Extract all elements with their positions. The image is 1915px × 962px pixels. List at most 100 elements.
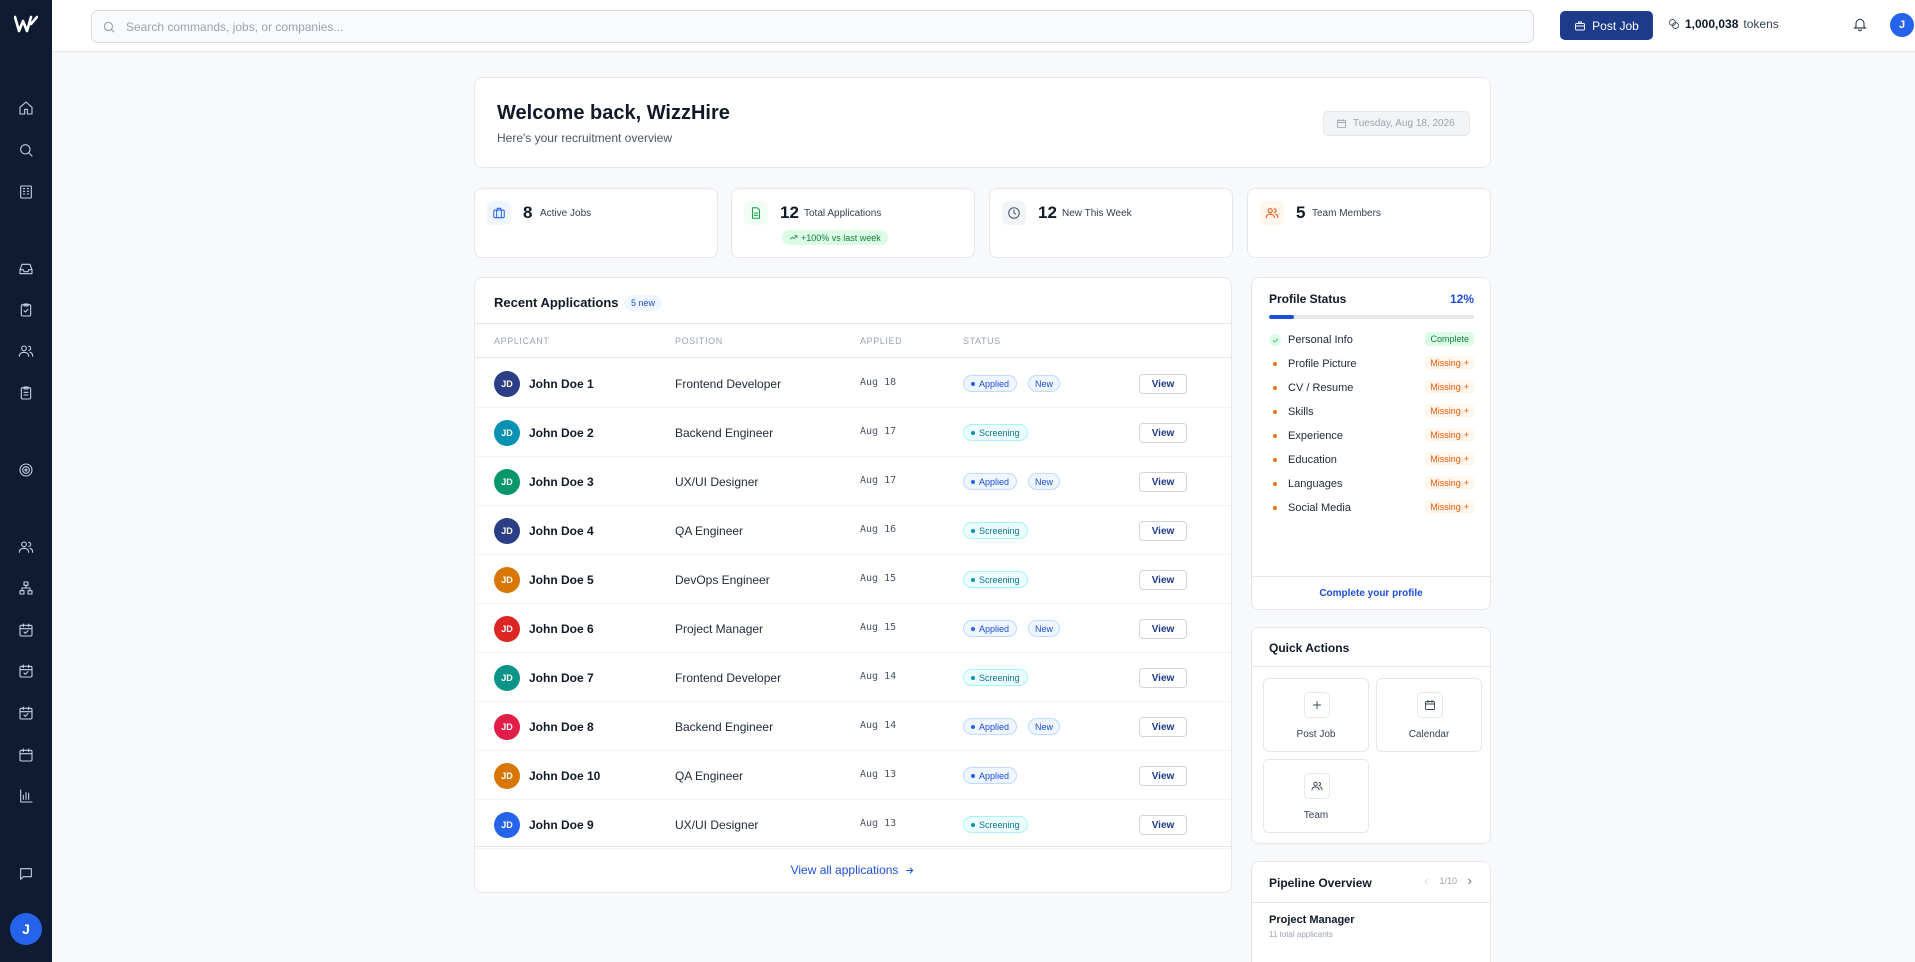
- applicant-name[interactable]: John Doe 1: [529, 377, 594, 391]
- view-button[interactable]: View: [1139, 423, 1187, 443]
- view-button[interactable]: View: [1139, 815, 1187, 835]
- stat-new-this-week[interactable]: 12 New This Week: [989, 188, 1233, 258]
- stat-value: 5: [1296, 203, 1306, 222]
- table-row[interactable]: JD John Doe 1 Frontend Developer Aug 18 Appl…: [475, 359, 1231, 408]
- table-row[interactable]: JD John Doe 3 UX/UI Designer Aug 17 Applied N…: [475, 457, 1231, 506]
- calendar-check-icon[interactable]: [16, 703, 36, 723]
- post-job-button[interactable]: Post Job: [1560, 11, 1653, 40]
- inbox-icon[interactable]: [16, 259, 36, 279]
- profile-item-status[interactable]: Missing +: [1425, 404, 1474, 418]
- stat-total-applications[interactable]: 12 Total Applications +100% vs last week: [731, 188, 975, 258]
- applicant-name[interactable]: John Doe 8: [529, 720, 594, 734]
- table-row[interactable]: JD John Doe 2 Backend Engineer Aug 17 Screen…: [475, 408, 1231, 457]
- status-dot: [971, 675, 975, 680]
- table-row[interactable]: JD John Doe 8 Backend Engineer Aug 14 Applie…: [475, 702, 1231, 751]
- applicant-name[interactable]: John Doe 5: [529, 573, 594, 587]
- position-cell: Frontend Developer: [675, 377, 782, 391]
- chevron-right-icon[interactable]: [1465, 877, 1474, 886]
- stat-active-jobs[interactable]: 8 Active Jobs: [474, 188, 718, 258]
- applicant-name[interactable]: John Doe 9: [529, 818, 594, 832]
- section-title: Quick Actions: [1269, 641, 1350, 655]
- clipboard-check-icon[interactable]: [16, 300, 36, 320]
- view-all-applications-link[interactable]: View all applications: [475, 846, 1231, 893]
- view-button[interactable]: View: [1139, 521, 1187, 541]
- view-button[interactable]: View: [1139, 374, 1187, 394]
- calendar-check-icon[interactable]: [16, 620, 36, 640]
- notifications-button[interactable]: [1852, 16, 1868, 37]
- profile-item-status[interactable]: Missing +: [1425, 428, 1474, 442]
- complete-profile-link[interactable]: Complete your profile: [1252, 576, 1490, 610]
- calendar-check-icon[interactable]: [16, 661, 36, 681]
- quick-action-team[interactable]: Team: [1263, 759, 1369, 833]
- applicant-name[interactable]: John Doe 4: [529, 524, 594, 538]
- profile-item-status[interactable]: Missing +: [1425, 356, 1474, 370]
- profile-item-status[interactable]: Missing +: [1425, 380, 1474, 394]
- divider: [1252, 666, 1490, 667]
- status-dot: [971, 577, 975, 582]
- view-button[interactable]: View: [1139, 570, 1187, 590]
- message-icon[interactable]: [16, 864, 36, 884]
- column-status: STATUS: [963, 336, 1001, 346]
- recent-applications: Recent Applications 5 new APPLICANT POSI…: [474, 277, 1232, 893]
- pipeline-job-title[interactable]: Project Manager: [1269, 914, 1355, 926]
- date-display: Tuesday, Aug 18, 2026: [1323, 111, 1470, 136]
- section-title: Profile Status: [1269, 292, 1347, 306]
- table-row[interactable]: JD John Doe 4 QA Engineer Aug 16 Screening Vi…: [475, 506, 1231, 555]
- wizzhire-logo[interactable]: [14, 14, 38, 34]
- search-input[interactable]: [126, 19, 1506, 34]
- applicant-name[interactable]: John Doe 6: [529, 622, 594, 636]
- new-count-badge: 5 new: [624, 295, 663, 311]
- users-icon[interactable]: [16, 341, 36, 361]
- org-chart-icon[interactable]: [16, 578, 36, 598]
- table-row[interactable]: JD John Doe 9 UX/UI Designer Aug 13 Screenin…: [475, 800, 1231, 849]
- calendar-icon[interactable]: [16, 745, 36, 765]
- applicant-name[interactable]: John Doe 2: [529, 426, 594, 440]
- table-row[interactable]: JD John Doe 7 Frontend Developer Aug 14 Scre…: [475, 653, 1231, 702]
- clock-icon: [1002, 201, 1026, 225]
- table-row[interactable]: JD John Doe 5 DevOps Engineer Aug 15 Screeni…: [475, 555, 1231, 604]
- view-button[interactable]: View: [1139, 668, 1187, 688]
- applicant-name[interactable]: John Doe 3: [529, 475, 594, 489]
- applicant-name[interactable]: John Doe 7: [529, 671, 594, 685]
- position-cell: UX/UI Designer: [675, 818, 759, 832]
- view-button[interactable]: View: [1139, 472, 1187, 492]
- team-icon[interactable]: [16, 537, 36, 557]
- tokens-balance[interactable]: 1,000,038 tokens: [1668, 17, 1779, 31]
- stat-team-members[interactable]: 5 Team Members: [1247, 188, 1491, 258]
- position-cell: Backend Engineer: [675, 720, 774, 734]
- view-button[interactable]: View: [1139, 717, 1187, 737]
- home-icon[interactable]: [16, 98, 36, 118]
- building-icon[interactable]: [16, 182, 36, 202]
- target-icon[interactable]: [16, 460, 36, 480]
- clipboard-icon[interactable]: [16, 383, 36, 403]
- account-avatar[interactable]: J: [1890, 13, 1914, 37]
- quick-action-calendar[interactable]: Calendar: [1376, 678, 1482, 752]
- quick-action-post-job[interactable]: Post Job: [1263, 678, 1369, 752]
- page-title: Welcome back, WizzHire: [497, 102, 730, 124]
- user-avatar[interactable]: J: [10, 913, 42, 945]
- arrow-right-icon: [906, 866, 914, 874]
- status-text: Applied: [979, 623, 1010, 634]
- applied-date: Aug 13: [860, 818, 897, 829]
- profile-item-status: Complete: [1425, 332, 1474, 346]
- applicant-name[interactable]: John Doe 10: [529, 769, 600, 783]
- profile-item-status[interactable]: Missing +: [1425, 476, 1474, 490]
- chevron-left-icon[interactable]: [1422, 877, 1431, 886]
- quick-action-label: Post Job: [1296, 729, 1336, 740]
- status-badge: Screening: [963, 571, 1028, 588]
- view-button[interactable]: View: [1139, 766, 1187, 786]
- status-dot: [971, 626, 975, 631]
- search-icon[interactable]: [16, 140, 36, 160]
- profile-item-status[interactable]: Missing +: [1425, 452, 1474, 466]
- table-row[interactable]: JD John Doe 10 QA Engineer Aug 13 Applied Vie…: [475, 751, 1231, 800]
- bar-chart-icon[interactable]: [16, 786, 36, 806]
- plus-icon: [1304, 692, 1330, 718]
- view-button[interactable]: View: [1139, 619, 1187, 639]
- applied-date: Aug 14: [860, 671, 897, 682]
- profile-item-status[interactable]: Missing +: [1425, 500, 1474, 514]
- progress-fill: [1269, 315, 1294, 319]
- profile-item-status-text: Missing: [1430, 478, 1461, 488]
- applied-date: Aug 15: [860, 573, 897, 584]
- table-row[interactable]: JD John Doe 6 Project Manager Aug 15 Applied…: [475, 604, 1231, 653]
- search-box[interactable]: [91, 10, 1534, 43]
